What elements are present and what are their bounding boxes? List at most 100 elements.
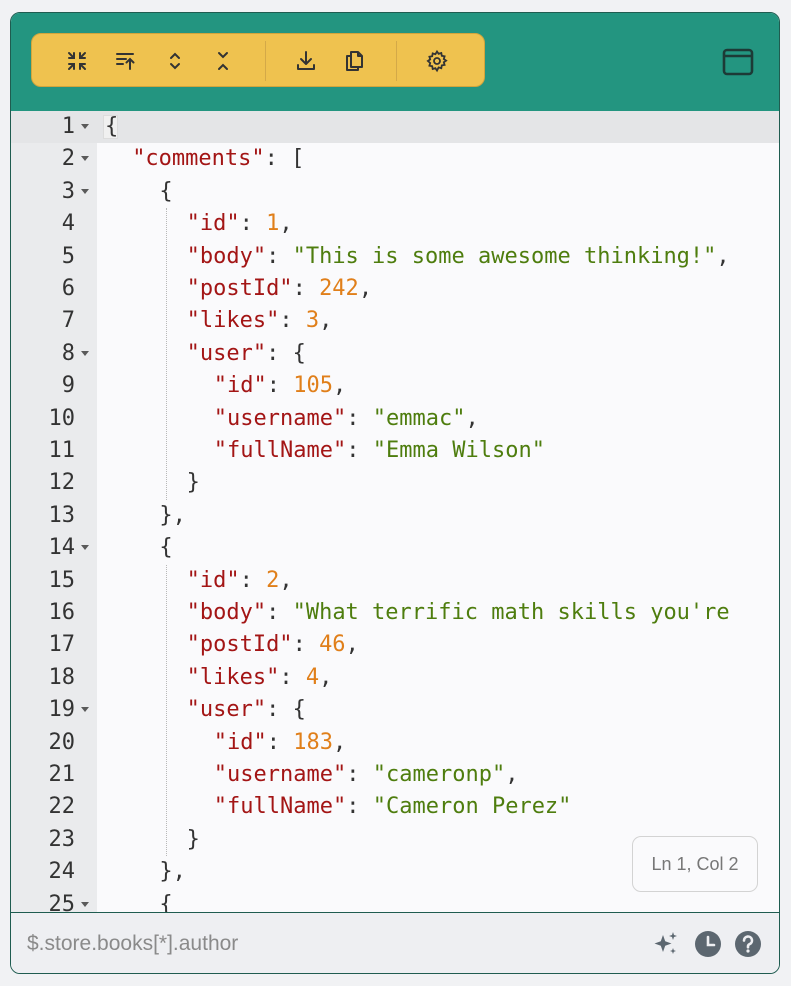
fold-toggle-icon[interactable] <box>81 156 89 162</box>
settings-button[interactable] <box>423 47 451 75</box>
code-token: : { <box>266 697 306 723</box>
toolbar-separator <box>396 41 397 81</box>
code-token: 3 <box>305 308 320 334</box>
code-text: "fullName": "Emma Wilson" <box>214 435 545 467</box>
line-number: 6 <box>61 276 75 301</box>
code-line: 4 "id": 1, <box>11 208 779 240</box>
line-number: 3 <box>61 178 75 204</box>
code-token: } <box>186 826 200 852</box>
code-token: 2 <box>266 567 280 593</box>
code-token: { <box>159 891 173 912</box>
code-line: 9 "id": 105, <box>11 370 779 402</box>
fold-toggle-icon[interactable] <box>81 188 89 194</box>
fold-toggle-icon[interactable] <box>81 545 89 551</box>
code-token: 1 <box>266 211 280 237</box>
code-token: , <box>333 729 347 755</box>
code-token: }, <box>159 859 186 885</box>
code-text: } <box>187 824 200 856</box>
code-line: 5 "body": "This is some awesome thinking!… <box>11 241 779 273</box>
code-token: : <box>266 729 294 755</box>
code-line: 16 "body": "What terrific math skills you… <box>11 597 779 629</box>
code-token: { <box>159 535 173 561</box>
code-token: "user" <box>186 340 267 366</box>
code-line: 18 "likes": 4, <box>11 662 779 694</box>
code-text: "id": 2, <box>187 565 293 597</box>
ai-assist-button[interactable] <box>651 929 681 959</box>
code-token: "id" <box>213 729 267 755</box>
code-token: : <box>239 211 267 237</box>
code-token: , <box>279 567 293 593</box>
code-line: 11 "fullName": "Emma Wilson" <box>11 435 779 467</box>
code-text: "username": "emmac", <box>214 403 479 435</box>
code-token: "comments" <box>132 146 265 172</box>
line-number: 21 <box>48 762 76 787</box>
copy-button[interactable] <box>340 47 368 75</box>
code-text: "user": { <box>187 694 306 726</box>
code-line: 19 "user": { <box>11 694 779 726</box>
history-button[interactable] <box>693 929 723 959</box>
line-number: 19 <box>48 697 76 723</box>
collapse-icon <box>68 52 86 70</box>
jsonpath-query-input[interactable] <box>25 923 629 965</box>
code-text: "id": 1, <box>187 208 293 240</box>
code-token: : <box>266 600 293 625</box>
code-line: 8 "user": { <box>11 338 779 370</box>
code-text: { <box>159 176 172 208</box>
sort-button[interactable] <box>112 47 140 75</box>
line-number: 25 <box>48 891 76 912</box>
fold-toggle-icon[interactable] <box>81 707 89 713</box>
code-token: 46 <box>319 632 346 658</box>
code-token: 183 <box>293 729 334 755</box>
code-token: 4 <box>305 664 320 690</box>
line-number: 13 <box>48 502 76 528</box>
cursor-position-status: Ln 1, Col 2 <box>632 836 758 892</box>
fold-toggle-icon[interactable] <box>81 124 89 129</box>
code-token: : <box>239 567 267 593</box>
code-token: "user" <box>186 697 267 723</box>
download-button[interactable] <box>292 47 320 75</box>
line-number: 23 <box>48 826 76 852</box>
code-token: { <box>105 114 119 139</box>
code-line: 7 "likes": 3, <box>11 305 779 337</box>
code-text: }, <box>159 856 186 888</box>
code-line: 15 "id": 2, <box>11 565 779 597</box>
fold-toggle-icon[interactable] <box>81 901 89 907</box>
code-line: 10 "username": "emmac", <box>11 403 779 435</box>
code-token: , <box>279 211 293 237</box>
line-number: 9 <box>61 373 75 399</box>
code-token: : <box>346 762 373 787</box>
code-token: "This is some awesome thinking!" <box>292 243 717 269</box>
code-text: } <box>187 467 200 499</box>
code-token: , <box>465 405 479 431</box>
code-text: }, <box>159 500 186 532</box>
line-number: 10 <box>48 405 76 431</box>
line-number: 14 <box>48 535 76 561</box>
expand-button[interactable] <box>161 47 189 75</box>
fold-toggle-icon[interactable] <box>81 350 89 356</box>
code-token: : <box>346 794 373 820</box>
code-text: "comments": [ <box>132 143 304 175</box>
code-line: 13}, <box>11 500 779 532</box>
expand-icon <box>170 52 180 70</box>
window-toggle-button[interactable] <box>721 45 755 79</box>
code-token: : <box>292 276 320 301</box>
json-editor[interactable]: 1{2 "comments": [3{4 "id": 1, 5 "body": "Thi… <box>11 111 779 912</box>
code-text: "body": "This is some awesome thinking!"… <box>187 241 730 273</box>
code-token: "Emma Wilson" <box>372 438 545 463</box>
code-token: } <box>186 470 200 496</box>
collapse-button[interactable] <box>209 47 237 75</box>
sparkle-icon <box>654 932 677 954</box>
collapse-all-button[interactable] <box>63 47 91 75</box>
help-button[interactable] <box>733 929 763 959</box>
line-number: 15 <box>48 567 76 593</box>
code-token: 105 <box>293 373 334 399</box>
code-text: "likes": 3, <box>187 305 333 337</box>
line-number: 7 <box>61 308 75 334</box>
top-bar <box>11 13 779 111</box>
code-text: "id": 183, <box>214 727 346 759</box>
code-line: 25 { <box>11 889 779 912</box>
line-number: 24 <box>48 859 76 885</box>
code-text: { <box>159 532 172 564</box>
copy-icon <box>346 51 363 71</box>
code-token: "fullName" <box>213 438 347 463</box>
